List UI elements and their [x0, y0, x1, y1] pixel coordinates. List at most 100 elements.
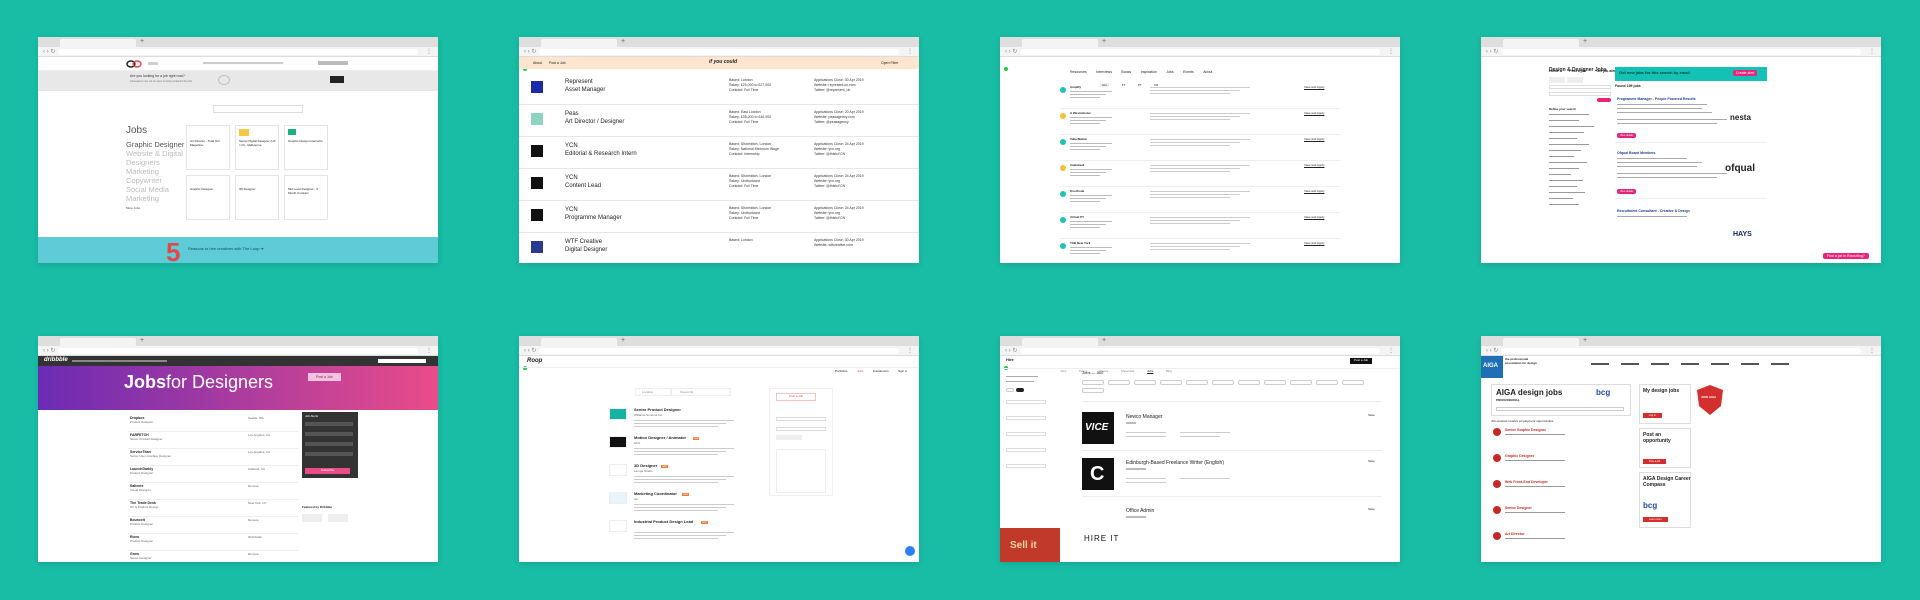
loop-logo-icon[interactable] — [126, 60, 142, 68]
job-card[interactable]: 3D Designer — [235, 175, 279, 220]
window-controls[interactable] — [42, 40, 56, 71]
job-row[interactable]: The Trade Desk UX & Product Design New Yor… — [128, 499, 298, 517]
nav-link[interactable]: Jobs — [1166, 70, 1173, 74]
category-link[interactable]: Marketing — [126, 167, 184, 176]
learn-more-button[interactable]: Learn more — [1643, 517, 1668, 522]
job-row[interactable]: Dropbox Product Designer Seattle, WA — [128, 414, 298, 432]
browser-tab[interactable] — [541, 338, 617, 346]
job-row[interactable]: Art Director — [1505, 532, 1625, 552]
job-role[interactable]: Product Designer — [130, 420, 153, 425]
job-role[interactable]: Content Lead — [565, 183, 601, 190]
job-row[interactable]: Motion Designer / Animator new AKG — [634, 435, 764, 460]
nav-buttons[interactable]: ‹ › ↻ — [43, 48, 55, 56]
job-row[interactable]: YCN Content Lead Based: Shoreditch, London… — [519, 169, 919, 201]
nav-link[interactable]: Portfolios — [835, 369, 848, 373]
nav-link[interactable]: Resources — [1070, 70, 1087, 74]
toggle-icon[interactable] — [218, 75, 230, 85]
job-title[interactable]: Motion Designer / Animator — [634, 435, 686, 441]
view-details-button[interactable]: View details — [1617, 133, 1637, 138]
job-title[interactable]: Web Front-End Developer — [1505, 480, 1548, 484]
job-listing[interactable]: Recruitment Consultant - Creative & Desi… — [1615, 201, 1767, 241]
nav-buttons[interactable]: ‹ › ↻ — [43, 347, 55, 355]
select-field[interactable] — [776, 417, 826, 421]
job-card[interactable]: Graphic Designer — [186, 175, 230, 220]
url-field[interactable] — [1501, 348, 1861, 354]
nav-link[interactable]: About — [1203, 70, 1212, 74]
submit-button[interactable] — [776, 435, 802, 440]
browser-menu-icon[interactable]: ⋮ — [907, 48, 913, 56]
post-job-button[interactable]: Post a job — [1643, 459, 1667, 464]
browser-menu-icon[interactable]: ⋮ — [426, 347, 432, 355]
url-field[interactable] — [58, 348, 418, 354]
browser-tab[interactable] — [1022, 338, 1098, 346]
view-apply-link[interactable]: View and Apply — [1304, 215, 1324, 220]
job-title[interactable]: Art Director — [1505, 532, 1524, 536]
keyword-filter[interactable]: Keywords — [671, 388, 731, 396]
save-button[interactable]: Save — [1368, 413, 1375, 418]
nav-buttons[interactable]: ‹ › ↻ — [1005, 347, 1017, 355]
site-logo[interactable]: Hire — [1006, 357, 1014, 363]
post-job-button[interactable]: Post a Job — [308, 373, 341, 382]
aiga-logo[interactable]: AIGA — [1481, 356, 1503, 378]
filter-button[interactable] — [1549, 77, 1565, 83]
site-logo[interactable]: Roop — [527, 358, 542, 365]
window-controls[interactable] — [42, 339, 56, 370]
job-row[interactable]: Senior Graphic Designer — [1505, 428, 1625, 448]
job-role[interactable]: Editorial & Research Intern — [565, 151, 637, 158]
browser-tab[interactable] — [541, 39, 617, 47]
job-row[interactable]: Etoro Product Designer Worldwide — [128, 533, 298, 551]
category-link[interactable]: Marketing — [126, 194, 184, 203]
view-apply-link[interactable]: View and Apply — [1304, 111, 1324, 116]
browser-menu-icon[interactable]: ⋮ — [426, 48, 432, 56]
browser-menu-icon[interactable]: ⋮ — [907, 347, 913, 355]
job-row[interactable]: Peas Art Director / Designer Based: East L… — [519, 105, 919, 137]
job-row[interactable]: FARFETCH Senior Product Designer Los Angel… — [128, 431, 298, 449]
new-tab-button[interactable]: + — [621, 38, 625, 46]
nav-link[interactable]: Freelancers — [873, 369, 889, 373]
job-row[interactable]: Senior Product Designer Williams-Sonoma I… — [634, 407, 764, 432]
more-jobs-link[interactable]: More Jobs — [126, 206, 140, 211]
job-title[interactable]: Edinburgh-Based Freelance Writer (Englis… — [1126, 460, 1224, 466]
new-tab-button[interactable]: + — [621, 337, 625, 345]
job-row[interactable]: TCB New York View and Apply — [1060, 239, 1340, 263]
nav-link[interactable]: Showcase — [1121, 369, 1135, 373]
job-row[interactable]: Represent Asset Manager Based: London Salar… — [519, 73, 919, 105]
job-role[interactable]: Digital Designer — [565, 247, 607, 254]
job-row[interactable]: A Westminster View and Apply — [1060, 109, 1340, 135]
view-apply-link[interactable]: View and Apply — [1304, 189, 1324, 194]
promo-image[interactable]: Sell it — [1000, 528, 1060, 562]
url-field[interactable] — [58, 49, 418, 55]
email-field[interactable] — [776, 427, 826, 431]
job-row[interactable]: YCN Programme Manager Based: Shoreditch, L… — [519, 201, 919, 233]
browser-tab[interactable] — [60, 39, 136, 47]
view-details-button[interactable]: View details — [1617, 189, 1637, 194]
job-role[interactable]: Visual Designer — [130, 488, 151, 493]
subscribe-button[interactable]: Subscribe — [305, 468, 351, 474]
join-aiga-badge-icon[interactable] — [1696, 384, 1724, 416]
window-controls[interactable] — [1485, 40, 1499, 71]
job-role[interactable]: Senior User Interface Designer — [130, 454, 171, 459]
nav-buttons[interactable]: ‹ › ↻ — [524, 347, 536, 355]
url-field[interactable] — [1501, 49, 1861, 55]
save-button[interactable]: Save — [1368, 507, 1375, 512]
job-row[interactable]: Senior Designer — [1505, 506, 1625, 526]
url-field[interactable] — [539, 348, 899, 354]
url-field[interactable] — [1020, 348, 1380, 354]
job-row[interactable]: Virtual PY View and Apply — [1060, 213, 1340, 239]
search-input[interactable] — [213, 105, 303, 113]
job-row[interactable]: YCN Editorial & Research Intern Based: Sho… — [519, 137, 919, 169]
job-role[interactable]: Asset Manager — [565, 87, 605, 94]
browser-menu-icon[interactable]: ⋮ — [1388, 347, 1394, 355]
job-role[interactable]: Art Director / Designer — [565, 119, 624, 126]
new-tab-button[interactable]: + — [1102, 337, 1106, 345]
job-row[interactable]: Web Front-End Developer — [1505, 480, 1625, 500]
category-link[interactable]: Website & Digital — [126, 149, 184, 158]
view-apply-link[interactable]: View and Apply — [1304, 163, 1324, 168]
window-controls[interactable] — [1485, 339, 1499, 370]
browser-menu-icon[interactable]: ⋮ — [1388, 48, 1394, 56]
job-card[interactable]: Mid Level Designer - 6 Month Contract — [284, 175, 328, 220]
job-row[interactable]: Amplify View and Apply — [1060, 83, 1340, 109]
browser-menu-icon[interactable]: ⋮ — [1869, 347, 1875, 355]
nav-link[interactable]: Events — [1183, 70, 1194, 74]
category-link[interactable]: Designers — [126, 158, 184, 167]
